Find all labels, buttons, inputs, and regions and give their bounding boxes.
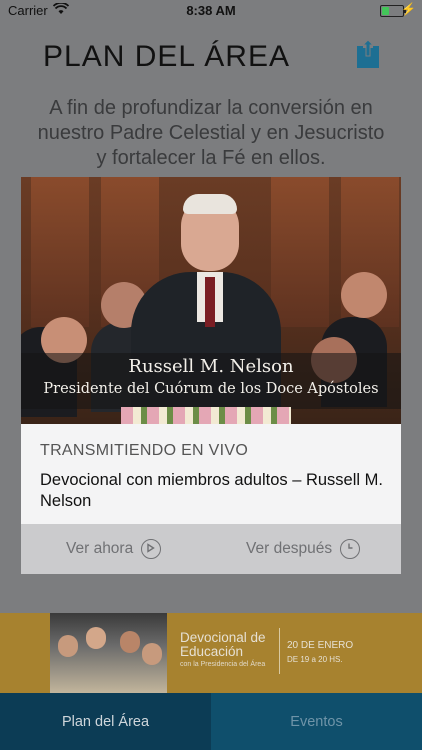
promo-time: DE 19 a 20 HS. [287, 655, 343, 664]
tab-area-plan[interactable]: Plan del Área [0, 693, 211, 750]
clock-label: 8:38 AM [186, 3, 236, 18]
promo-title: Devocional de Educación [180, 630, 266, 659]
promo-subtitle: con la Presidencia del Área [180, 661, 266, 668]
promo-divider [279, 628, 280, 674]
live-stream-card[interactable]: Russell M. Nelson Presidente del Cuórum … [21, 177, 401, 574]
area-plan-subtitle: A fin de profundizar la conversión en nu… [37, 97, 385, 169]
page-title: PLAN DEL ÁREA [43, 40, 290, 73]
live-event-title: Devocional con miembros adultos – Russel… [40, 471, 383, 510]
live-status-label: TRANSMITIENDO EN VIVO [40, 442, 249, 459]
promo-photo [50, 613, 167, 693]
play-icon [141, 539, 162, 559]
tab-events[interactable]: Eventos [211, 693, 422, 750]
tab-bar: Plan del Área Eventos [0, 693, 422, 750]
watch-now-button[interactable]: Ver ahora [66, 524, 162, 574]
watch-now-label: Ver ahora [66, 540, 134, 557]
promo-date: 20 DE ENERO [287, 640, 354, 651]
video-thumbnail[interactable]: Russell M. Nelson Presidente del Cuórum … [21, 177, 401, 424]
clock-icon [340, 539, 361, 559]
share-icon[interactable] [357, 39, 379, 68]
video-caption-name: Russell M. Nelson [128, 356, 294, 377]
charging-icon: ⚡ [401, 2, 416, 16]
watch-later-label: Ver después [246, 540, 333, 557]
video-caption-role: Presidente del Cuórum de los Doce Apósto… [43, 381, 379, 397]
watch-later-button[interactable]: Ver después [246, 524, 361, 574]
status-bar: Carrier 8:38 AM ⚡ [0, 0, 422, 22]
tab-events-label: Eventos [290, 713, 343, 730]
card-actions: Ver ahora Ver después [21, 524, 401, 574]
tab-area-plan-label: Plan del Área [61, 713, 150, 730]
